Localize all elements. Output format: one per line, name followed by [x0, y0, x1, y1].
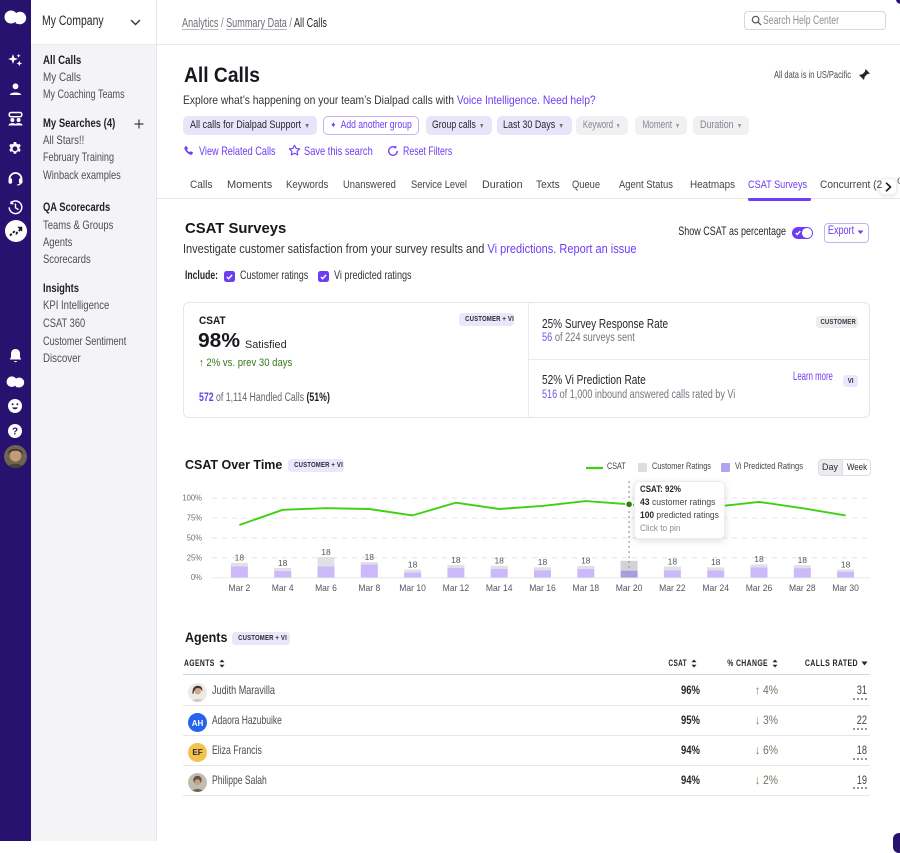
svg-text:18: 18	[841, 559, 851, 569]
svg-text:0%: 0%	[191, 573, 202, 582]
svg-text:18: 18	[668, 556, 678, 566]
svg-text:Mar 18: Mar 18	[573, 583, 600, 593]
svg-text:18: 18	[278, 558, 288, 568]
svg-text:Mar 26: Mar 26	[746, 583, 773, 593]
svg-text:18: 18	[711, 557, 721, 567]
svg-text:75%: 75%	[187, 513, 202, 522]
svg-text:Mar 16: Mar 16	[529, 583, 556, 593]
svg-text:Mar 28: Mar 28	[789, 583, 816, 593]
svg-text:Mar 12: Mar 12	[443, 583, 470, 593]
svg-text:Mar 14: Mar 14	[486, 583, 513, 593]
svg-text:18: 18	[538, 557, 548, 567]
svg-text:Mar 4: Mar 4	[272, 583, 294, 593]
svg-text:18: 18	[451, 555, 461, 565]
svg-text:18: 18	[321, 547, 331, 557]
svg-text:18: 18	[798, 555, 808, 565]
svg-text:18: 18	[235, 553, 245, 563]
svg-text:Mar 30: Mar 30	[832, 583, 859, 593]
svg-text:Mar 10: Mar 10	[399, 583, 426, 593]
svg-text:Mar 2: Mar 2	[228, 583, 250, 593]
svg-text:?: ?	[12, 427, 18, 438]
svg-text:18: 18	[365, 552, 375, 562]
svg-text:Mar 6: Mar 6	[315, 583, 337, 593]
svg-text:50%: 50%	[187, 533, 202, 542]
svg-text:18: 18	[581, 556, 591, 566]
svg-text:Mar 22: Mar 22	[659, 583, 686, 593]
svg-text:18: 18	[754, 554, 764, 564]
svg-text:Mar 8: Mar 8	[358, 583, 380, 593]
svg-text:18: 18	[494, 556, 504, 566]
svg-text:Mar 24: Mar 24	[702, 583, 729, 593]
svg-text:100%: 100%	[182, 493, 202, 502]
svg-text:Mar 20: Mar 20	[616, 583, 643, 593]
svg-text:18: 18	[408, 559, 418, 569]
svg-text:25%: 25%	[187, 553, 202, 562]
